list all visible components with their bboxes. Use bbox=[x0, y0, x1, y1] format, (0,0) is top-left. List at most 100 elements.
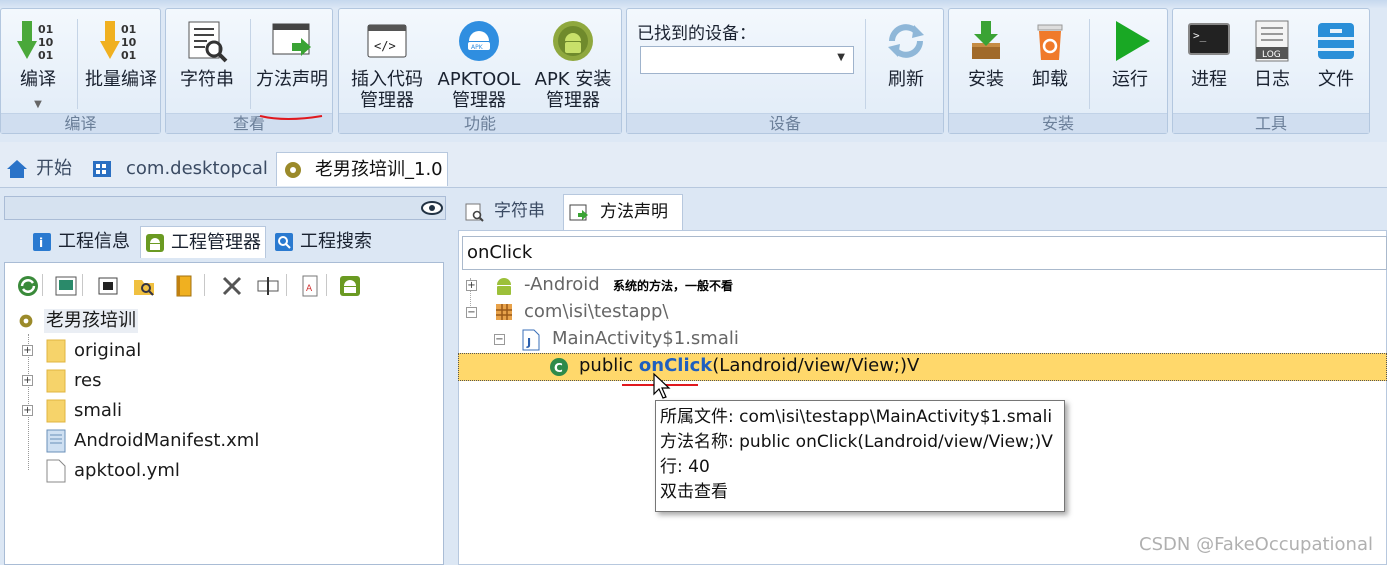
xml-file-icon bbox=[46, 429, 66, 453]
tab-project[interactable]: 老男孩培训_1.0 bbox=[276, 152, 448, 186]
tab-method-declaration[interactable]: 方法声明 bbox=[563, 194, 683, 230]
folder-search-icon[interactable] bbox=[132, 274, 156, 298]
project-toolbar: A bbox=[6, 268, 442, 304]
apk-install-manager-label: APK 安装管理器 bbox=[534, 69, 612, 111]
group-install: 安装 卸载 运行 安装 bbox=[948, 8, 1168, 134]
close-icon[interactable] bbox=[220, 274, 244, 298]
svg-text:10: 10 bbox=[121, 36, 137, 49]
method-declaration-button[interactable]: 方法声明 bbox=[256, 13, 328, 117]
process-label: 进程 bbox=[1191, 69, 1227, 90]
file-button[interactable]: 文件 bbox=[1305, 13, 1367, 117]
chevron-down-icon[interactable]: ▼ bbox=[837, 52, 845, 63]
project-filter-input[interactable] bbox=[4, 196, 446, 220]
folder-icon bbox=[46, 399, 66, 423]
expand-icon[interactable]: + bbox=[22, 345, 33, 356]
eye-icon[interactable] bbox=[421, 200, 443, 216]
expand-icon[interactable]: + bbox=[22, 375, 33, 386]
tree-item-original[interactable]: + original bbox=[20, 339, 160, 363]
method-name: onClick bbox=[638, 355, 713, 376]
result-package-node[interactable]: com\isi\testapp\ bbox=[524, 301, 668, 322]
terminal-icon: >_ bbox=[1188, 23, 1230, 55]
install-button[interactable]: 安装 bbox=[955, 13, 1017, 117]
annotation-underline bbox=[259, 115, 323, 120]
folder-icon bbox=[46, 369, 66, 393]
rename-icon[interactable] bbox=[256, 274, 280, 298]
tab-start[interactable]: 开始 bbox=[4, 152, 82, 186]
insert-code-manager-button[interactable]: </> 插入代码管理器 bbox=[345, 13, 429, 117]
device-select[interactable]: ▼ bbox=[640, 46, 854, 74]
tree-item-res[interactable]: + res bbox=[20, 369, 160, 393]
text-file-icon[interactable]: A bbox=[298, 274, 322, 298]
package-icon bbox=[496, 304, 512, 320]
tree-item-label: original bbox=[74, 340, 142, 361]
refresh-icon bbox=[888, 24, 924, 58]
batch-compile-icon: 01 10 01 bbox=[100, 21, 137, 62]
tab-com-desktopcal[interactable]: com.desktopcal bbox=[90, 152, 270, 186]
tree-root[interactable]: 老男孩培训 bbox=[16, 309, 142, 333]
tree-item-manifest[interactable]: AndroidManifest.xml bbox=[20, 429, 270, 453]
strings-icon bbox=[465, 203, 484, 222]
apktool-manager-label: APKTOOL管理器 bbox=[437, 69, 521, 111]
expand-icon[interactable]: + bbox=[466, 280, 477, 291]
play-icon bbox=[1116, 21, 1150, 61]
tooltip-hint: 双击查看 bbox=[660, 482, 728, 502]
refresh-label: 刷新 bbox=[888, 69, 924, 90]
method-params: (Landroid/view/View;)V bbox=[712, 355, 920, 376]
separator bbox=[1089, 19, 1090, 109]
tab-label: 工程信息 bbox=[58, 231, 130, 252]
image-icon[interactable] bbox=[54, 274, 78, 298]
file-icon bbox=[46, 459, 66, 483]
result-file-node[interactable]: MainActivity$1.smali bbox=[552, 328, 739, 349]
compile-button[interactable]: 01 10 01 编译 ▼ bbox=[5, 13, 71, 117]
collapse-icon[interactable]: − bbox=[466, 307, 477, 318]
book-icon[interactable] bbox=[172, 274, 196, 298]
sync-icon[interactable] bbox=[16, 274, 40, 298]
tab-strings[interactable]: 字符串 bbox=[460, 194, 560, 230]
android-icon[interactable] bbox=[338, 274, 362, 298]
apk-install-manager-button[interactable]: APK 安装管理器 bbox=[529, 13, 617, 117]
apktool-manager-button[interactable]: APK APKTOOL管理器 bbox=[435, 13, 523, 117]
group-caption: 功能 bbox=[339, 113, 621, 133]
tab-label: 工程管理器 bbox=[171, 232, 261, 253]
strings-button[interactable]: 字符串 bbox=[170, 13, 244, 117]
batch-compile-button[interactable]: 01 10 01 批量编译 bbox=[85, 13, 157, 117]
log-button[interactable]: LOG 日志 bbox=[1241, 13, 1303, 117]
java-file-icon: J bbox=[522, 329, 540, 351]
gear-icon bbox=[285, 162, 301, 178]
annotation-note: 系统的方法，一般不看 bbox=[613, 279, 734, 293]
group-tools: >_ 进程 LOG 日志 文件 工具 bbox=[1172, 8, 1370, 134]
method-search-input[interactable]: onClick bbox=[462, 236, 1387, 270]
tree-item-label: smali bbox=[74, 400, 122, 421]
tree-item-apktool-yml[interactable]: apktool.yml bbox=[20, 459, 190, 483]
tab-project-search[interactable]: 工程搜索 bbox=[272, 226, 380, 258]
tab-project-info[interactable]: i 工程信息 bbox=[30, 226, 134, 258]
process-button[interactable]: >_ 进程 bbox=[1177, 13, 1241, 117]
tooltip-file: 所属文件: com\isi\testapp\MainActivity$1.sma… bbox=[660, 407, 1053, 427]
tree-root-label: 老男孩培训 bbox=[44, 309, 138, 333]
result-android-node[interactable]: -Android bbox=[524, 274, 600, 295]
separator bbox=[865, 19, 866, 109]
method-tooltip: 所属文件: com\isi\testapp\MainActivity$1.sma… bbox=[655, 400, 1065, 512]
grid-icon bbox=[93, 161, 111, 177]
uninstall-button[interactable]: 卸载 bbox=[1019, 13, 1081, 117]
folder-icon bbox=[46, 339, 66, 363]
run-button[interactable]: 运行 bbox=[1097, 13, 1163, 117]
svg-text:10: 10 bbox=[38, 36, 54, 49]
tab-label: 方法声明 bbox=[600, 202, 668, 222]
window-icon[interactable] bbox=[96, 274, 120, 298]
search-icon bbox=[275, 233, 293, 251]
expand-icon[interactable]: + bbox=[22, 405, 33, 416]
refresh-button[interactable]: 刷新 bbox=[873, 13, 939, 117]
tab-label: 字符串 bbox=[494, 201, 545, 221]
tab-label: 开始 bbox=[36, 158, 72, 179]
tab-project-manager[interactable]: 工程管理器 bbox=[140, 226, 266, 258]
watermark: CSDN @FakeOccupational bbox=[1139, 534, 1373, 555]
collapse-icon[interactable]: − bbox=[494, 334, 505, 345]
dropdown-arrow-icon[interactable]: ▼ bbox=[5, 99, 71, 110]
tree-item-smali[interactable]: + smali bbox=[20, 399, 160, 423]
method-declaration-icon bbox=[272, 23, 311, 56]
tooltip-method: 方法名称: public onClick(Landroid/view/View;… bbox=[660, 432, 1053, 452]
strings-icon bbox=[188, 21, 228, 63]
svg-text:i: i bbox=[39, 236, 43, 250]
run-label: 运行 bbox=[1112, 69, 1148, 90]
